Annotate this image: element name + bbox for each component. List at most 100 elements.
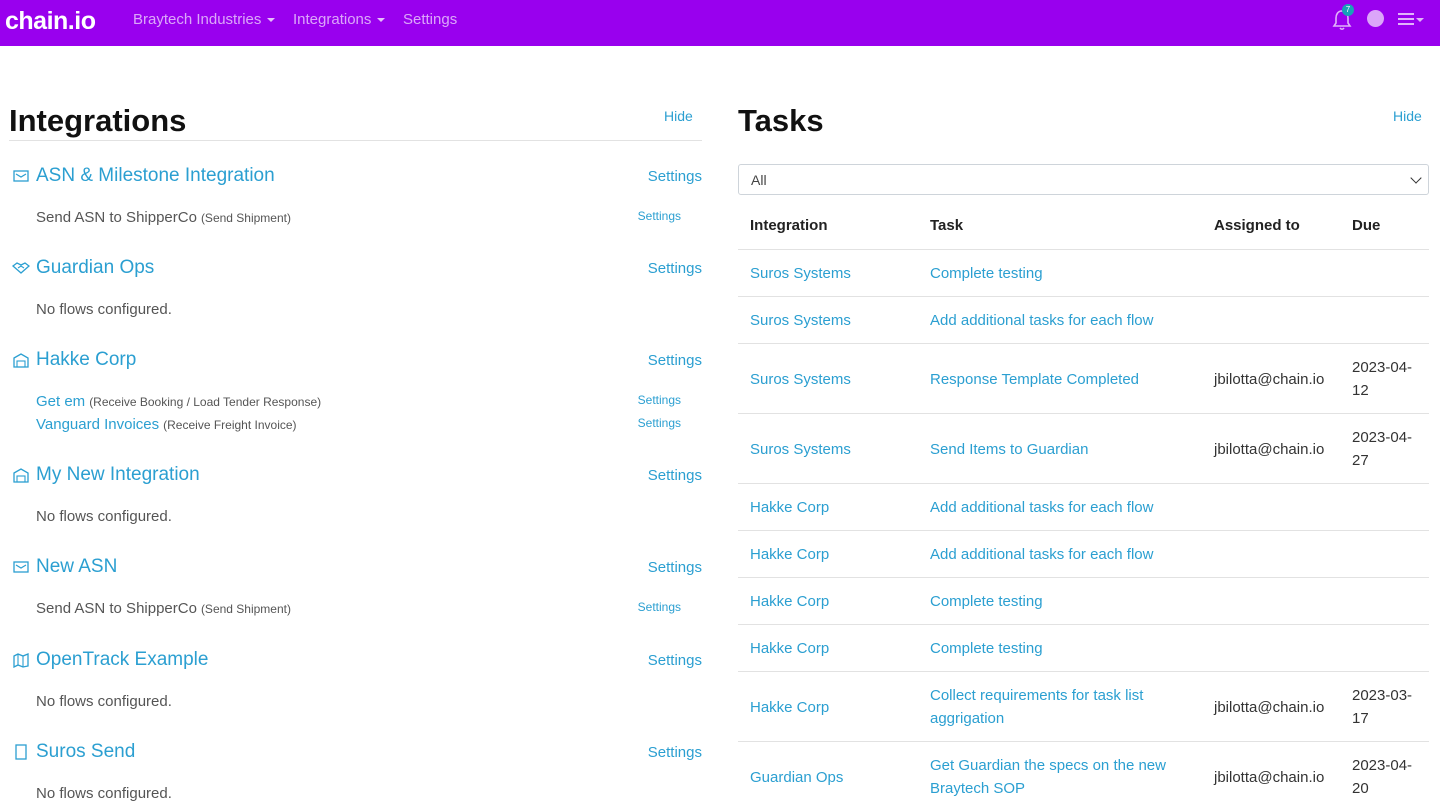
task-integration-label[interactable]: Suros Systems bbox=[750, 441, 851, 458]
task-integration-link[interactable]: Suros Systems bbox=[750, 414, 920, 484]
flow-name[interactable]: Vanguard Invoices bbox=[36, 416, 159, 433]
task-label[interactable]: Response Template Completed bbox=[930, 368, 1139, 391]
chevron-down-icon bbox=[1410, 172, 1422, 184]
task-filter-select[interactable]: All bbox=[738, 164, 1429, 195]
org-dropdown[interactable]: Braytech Industries bbox=[133, 11, 276, 28]
integration-settings-link[interactable]: Settings bbox=[648, 260, 702, 277]
task-label[interactable]: Add additional tasks for each flow bbox=[930, 309, 1153, 332]
task-link[interactable]: Response Template Completed bbox=[930, 344, 1200, 414]
task-label[interactable]: Get Guardian the specs on the new bbox=[930, 754, 1166, 777]
task-label[interactable]: Complete testing bbox=[930, 590, 1043, 613]
integration-name[interactable]: Hakke Corp bbox=[36, 349, 136, 371]
document-icon bbox=[12, 743, 30, 761]
task-due-part: 2023-03- bbox=[1352, 687, 1413, 704]
task-link[interactable]: Complete testing bbox=[930, 578, 1200, 625]
task-link[interactable]: Add additional tasks for each flow bbox=[930, 484, 1200, 531]
integration-name[interactable]: Suros Send bbox=[36, 741, 135, 763]
task-integration-link[interactable]: Hakke Corp bbox=[750, 672, 920, 742]
integrations-hide-link[interactable]: Hide bbox=[664, 108, 693, 124]
task-link[interactable]: Send Items to Guardian bbox=[930, 414, 1200, 484]
integration-settings-link[interactable]: Settings bbox=[648, 467, 702, 484]
integration-settings-link[interactable]: Settings bbox=[648, 352, 702, 369]
flow-name[interactable]: Get em bbox=[36, 393, 85, 410]
brand-logo[interactable]: chain. io bbox=[5, 7, 96, 36]
integration-settings-link[interactable]: Settings bbox=[648, 168, 702, 185]
integration-name[interactable]: ASN & Milestone Integration bbox=[36, 165, 275, 187]
task-integration-link[interactable]: Suros Systems bbox=[750, 344, 920, 414]
table-row: Suros Systems Send Items to Guardian jbilo… bbox=[738, 413, 1429, 483]
flow-name: Send ASN to ShipperCo bbox=[36, 600, 197, 617]
flow-settings-link[interactable]: Settings bbox=[638, 209, 681, 223]
task-integration-link[interactable]: Hakke Corp bbox=[750, 578, 920, 625]
envelope-icon bbox=[12, 167, 30, 185]
task-label[interactable]: Braytech SOP bbox=[930, 777, 1166, 800]
task-integration-label[interactable]: Suros Systems bbox=[750, 265, 851, 282]
task-label[interactable]: aggrigation bbox=[930, 707, 1143, 730]
task-link[interactable]: Add additional tasks for each flow bbox=[930, 531, 1200, 578]
task-due-part: 2023-04- bbox=[1352, 359, 1413, 376]
integration-settings-link[interactable]: Settings bbox=[648, 559, 702, 576]
table-row: Hakke Corp Complete testing bbox=[738, 577, 1429, 624]
tasks-title: Tasks bbox=[738, 103, 824, 138]
task-integration-link[interactable]: Suros Systems bbox=[750, 297, 920, 344]
notification-badge: 7 bbox=[1342, 4, 1354, 16]
chevron-down-icon bbox=[1416, 18, 1424, 22]
task-label[interactable]: Collect requirements for task list bbox=[930, 684, 1143, 707]
flow-type: (Receive Freight Invoice) bbox=[163, 418, 297, 432]
task-link[interactable]: Complete testing bbox=[930, 625, 1200, 672]
flow-settings-link[interactable]: Settings bbox=[638, 416, 681, 430]
nav-settings-link[interactable]: Settings bbox=[403, 11, 457, 28]
tasks-hide-link[interactable]: Hide bbox=[1393, 108, 1422, 124]
integration-item: ASN & Milestone Integration Settings bbox=[12, 163, 702, 189]
flow-settings-link[interactable]: Settings bbox=[638, 600, 681, 614]
integration-item: Suros Send Settings bbox=[12, 739, 702, 765]
task-label[interactable]: Add additional tasks for each flow bbox=[930, 496, 1153, 519]
task-link[interactable]: Complete testing bbox=[930, 250, 1200, 297]
integrations-dropdown[interactable]: Integrations bbox=[293, 11, 386, 28]
task-integration-label[interactable]: Suros Systems bbox=[750, 371, 851, 388]
task-due-part: 27 bbox=[1352, 452, 1369, 469]
task-assigned-email: jbilotta@chain.io bbox=[1214, 440, 1325, 458]
column-header-integration: Integration bbox=[750, 217, 828, 234]
task-integration-label[interactable]: Hakke Corp bbox=[750, 499, 829, 516]
task-integration-label[interactable]: Guardian Ops bbox=[750, 769, 843, 786]
task-due-date: 2023-04- 27 bbox=[1352, 414, 1422, 484]
integration-item: Hakke Corp Settings bbox=[12, 347, 702, 373]
task-integration-label[interactable]: Hakke Corp bbox=[750, 546, 829, 563]
task-integration-label[interactable]: Hakke Corp bbox=[750, 699, 829, 716]
task-label[interactable]: Add additional tasks for each flow bbox=[930, 543, 1153, 566]
table-row: Suros Systems Response Template Completed… bbox=[738, 343, 1429, 413]
top-navbar: chain. io Braytech Industries Integration… bbox=[0, 0, 1440, 46]
integration-name[interactable]: New ASN bbox=[36, 556, 117, 578]
task-integration-label[interactable]: Hakke Corp bbox=[750, 593, 829, 610]
integration-name[interactable]: OpenTrack Example bbox=[36, 649, 208, 671]
task-link[interactable]: Collect requirements for task list aggrig… bbox=[930, 672, 1200, 742]
task-integration-link[interactable]: Suros Systems bbox=[750, 250, 920, 297]
task-label[interactable]: Complete testing bbox=[930, 637, 1043, 660]
task-integration-link[interactable]: Hakke Corp bbox=[750, 484, 920, 531]
task-integration-link[interactable]: Guardian Ops bbox=[750, 742, 920, 812]
integration-settings-link[interactable]: Settings bbox=[648, 744, 702, 761]
warehouse-icon bbox=[12, 351, 30, 369]
task-integration-label[interactable]: Hakke Corp bbox=[750, 640, 829, 657]
task-integration-label[interactable]: Suros Systems bbox=[750, 312, 851, 329]
no-flows-text: No flows configured. bbox=[36, 785, 172, 802]
integration-name[interactable]: Guardian Ops bbox=[36, 257, 154, 279]
warehouse-icon bbox=[12, 466, 30, 484]
integrations-title: Integrations bbox=[9, 103, 187, 138]
integration-settings-link[interactable]: Settings bbox=[648, 652, 702, 669]
flow-item: Get em (Receive Booking / Load Tender Re… bbox=[36, 393, 681, 413]
task-assigned: jbilotta@chain.io bbox=[1214, 672, 1344, 742]
task-due-part: 2023-04- bbox=[1352, 429, 1413, 446]
hamburger-menu-icon[interactable] bbox=[1398, 13, 1414, 25]
task-link[interactable]: Get Guardian the specs on the new Braytec… bbox=[930, 742, 1200, 812]
flow-settings-link[interactable]: Settings bbox=[638, 393, 681, 407]
integration-name[interactable]: My New Integration bbox=[36, 464, 200, 486]
user-avatar-icon[interactable] bbox=[1367, 10, 1384, 27]
column-header-assigned: Assigned to bbox=[1214, 217, 1300, 234]
task-label[interactable]: Send Items to Guardian bbox=[930, 438, 1088, 461]
task-integration-link[interactable]: Hakke Corp bbox=[750, 625, 920, 672]
task-label[interactable]: Complete testing bbox=[930, 262, 1043, 285]
task-link[interactable]: Add additional tasks for each flow bbox=[930, 297, 1200, 344]
task-integration-link[interactable]: Hakke Corp bbox=[750, 531, 920, 578]
